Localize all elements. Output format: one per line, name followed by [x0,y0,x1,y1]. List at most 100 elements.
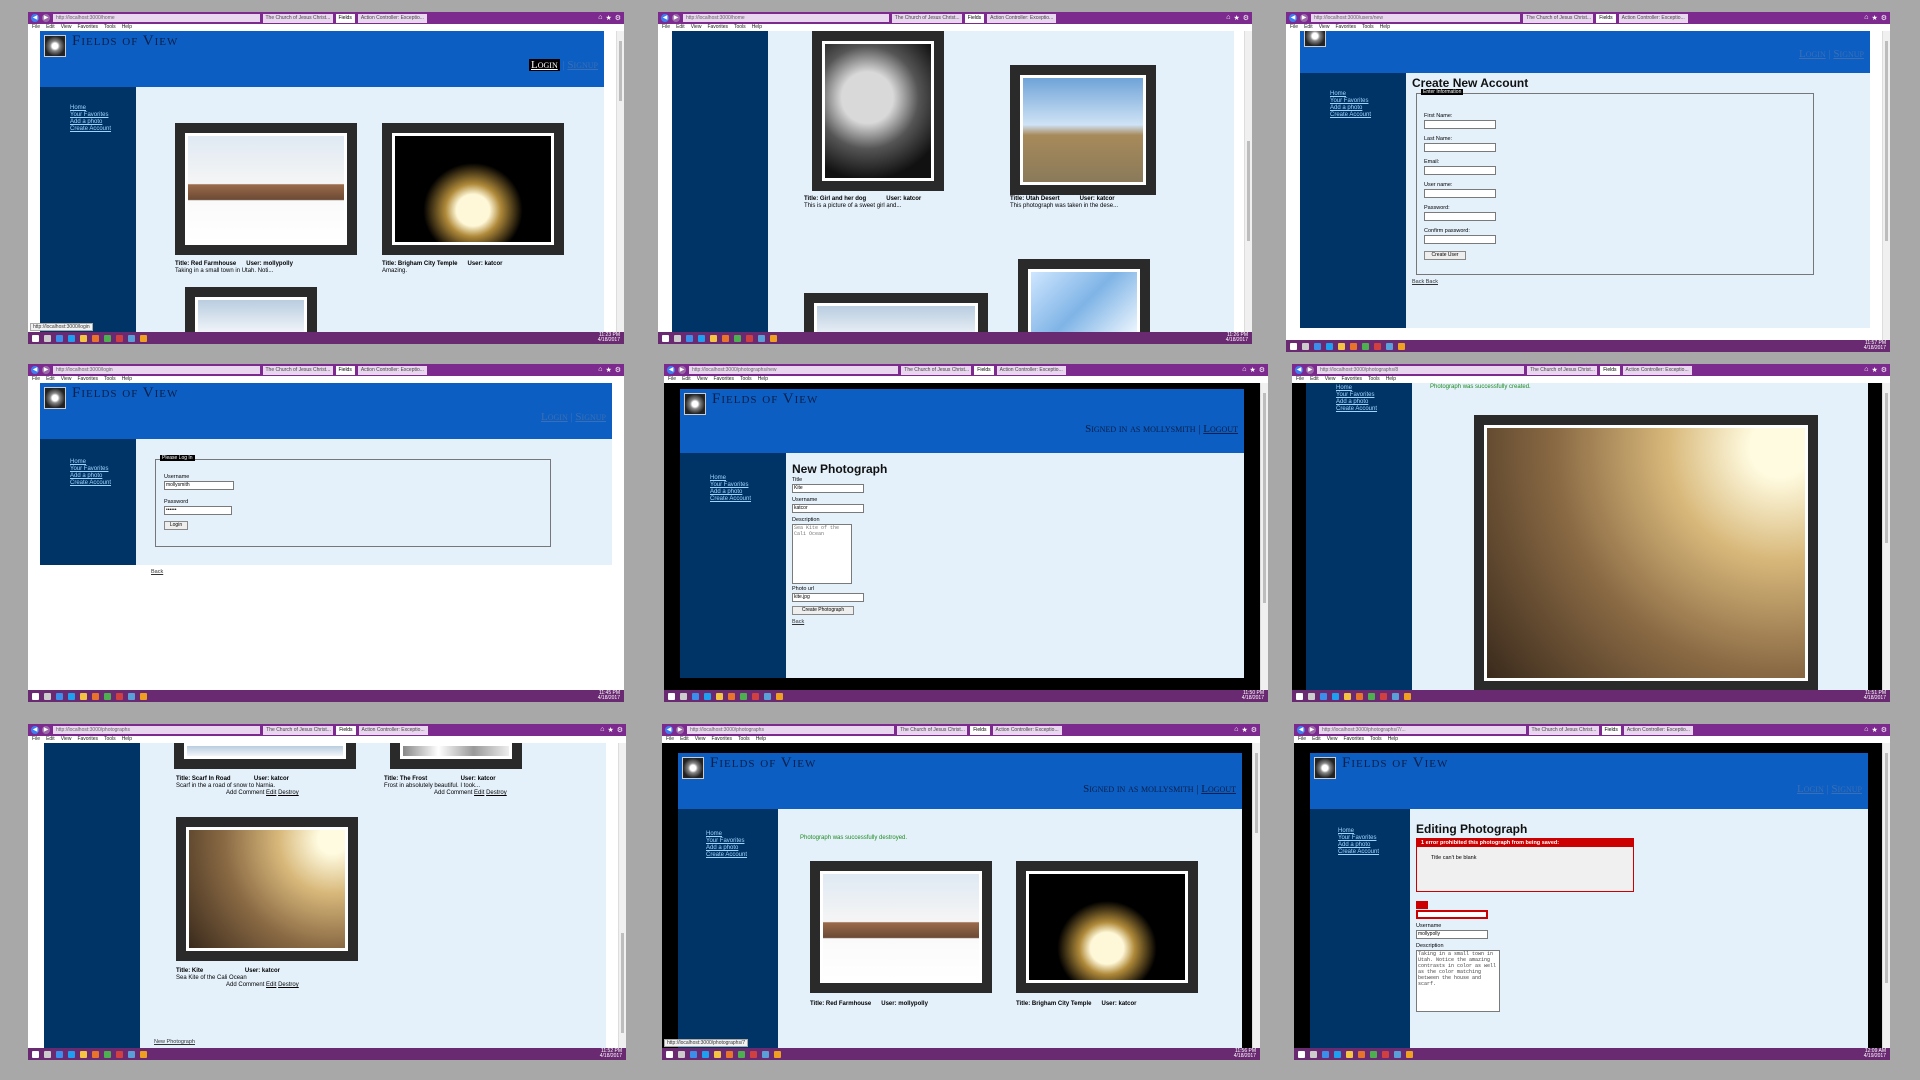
photo-frame[interactable] [1016,861,1198,993]
nav-home[interactable]: Home [710,475,770,482]
tab-church[interactable]: The Church of Jesus Christ... [262,13,333,23]
edge-icon[interactable] [690,1050,697,1058]
nav-favorites[interactable]: Your Favorites [70,112,130,119]
app-icon[interactable] [1374,342,1381,350]
scrollbar[interactable] [1244,31,1252,332]
nav-home[interactable]: Home [706,831,766,838]
nav-home[interactable]: Home [1338,828,1398,835]
app-icon[interactable] [1398,342,1405,350]
nav-home[interactable]: Home [1330,91,1390,98]
search-icon[interactable] [1310,1050,1317,1058]
forward-arrow-icon[interactable]: ▶ [42,726,50,734]
folder-icon[interactable] [1344,692,1351,700]
folder-icon[interactable] [80,334,87,342]
app-icon[interactable] [1380,692,1387,700]
edit-link[interactable]: Edit [266,982,276,988]
nav-home[interactable]: Home [70,459,130,466]
menu-help[interactable]: Help [756,736,766,743]
username-input[interactable]: mollypolly [1416,930,1488,939]
tab-church[interactable]: The Church of Jesus Christ... [1527,365,1598,375]
menu-tools[interactable]: Tools [104,376,116,383]
photo-frame[interactable] [390,743,522,769]
nav-add-photo[interactable]: Add a photo [70,473,130,480]
menu-tools[interactable]: Tools [738,736,750,743]
username-input[interactable]: mollysmith [164,481,234,490]
windows-icon[interactable] [32,1050,39,1058]
nav-favorites[interactable]: Your Favorites [1336,392,1396,399]
photo-frame[interactable] [176,817,358,961]
app-icon[interactable] [1392,692,1399,700]
folder-icon[interactable] [710,334,717,342]
search-icon[interactable] [44,692,51,700]
menu-file[interactable]: File [32,376,40,383]
scrollbar[interactable] [1260,383,1268,690]
star-icon[interactable]: ★ [607,726,613,734]
folder-icon[interactable] [716,692,723,700]
logout-link[interactable]: Logout [1201,783,1236,795]
app-icon[interactable] [1406,1050,1413,1058]
windows-icon[interactable] [32,334,39,342]
edge-icon[interactable] [56,334,63,342]
firefox-icon[interactable] [1350,342,1357,350]
folder-icon[interactable] [80,692,87,700]
address-bar[interactable]: http://localhost:3000/login [53,366,260,374]
menu-view[interactable]: View [691,24,702,31]
login-link[interactable]: Login [1797,783,1824,795]
add-comment-link[interactable]: Add Comment [434,790,472,796]
tab-action[interactable]: Action Controller: Exceptio... [1623,725,1693,735]
edge-icon[interactable] [692,692,699,700]
ie-icon[interactable] [68,334,75,342]
scrollbar[interactable] [1882,31,1890,340]
nav-create-account[interactable]: Create Account [1338,849,1398,856]
app-icon[interactable] [762,1050,769,1058]
tab-church[interactable]: The Church of Jesus Christ... [897,725,968,735]
address-bar[interactable]: http://localhost:3000/photographs/new [689,366,899,374]
nav-favorites[interactable]: Your Favorites [1338,835,1398,842]
folder-icon[interactable] [1346,1050,1353,1058]
app-icon[interactable] [758,334,765,342]
forward-arrow-icon[interactable]: ▶ [1308,726,1316,734]
menu-favorites[interactable]: Favorites [77,736,98,743]
chrome-icon[interactable] [738,1050,745,1058]
menu-view[interactable]: View [695,736,706,743]
star-icon[interactable]: ★ [1241,726,1247,734]
app-icon[interactable] [774,1050,781,1058]
scrollbar[interactable] [1882,743,1890,1048]
windows-icon[interactable] [668,692,675,700]
star-icon[interactable]: ★ [1871,726,1877,734]
home-icon[interactable]: ⌂ [598,14,602,22]
menu-edit[interactable]: Edit [1310,376,1319,383]
tab-church[interactable]: The Church of Jesus Christ... [901,365,972,375]
star-icon[interactable]: ★ [1249,366,1255,374]
menu-favorites[interactable]: Favorites [711,736,732,743]
nav-home[interactable]: Home [70,105,130,112]
menu-view[interactable]: View [1325,376,1336,383]
tab-fields[interactable]: Fields [1596,13,1616,23]
menu-help[interactable]: Help [1388,736,1398,743]
app-icon[interactable] [128,1050,135,1058]
chrome-icon[interactable] [1370,1050,1377,1058]
search-icon[interactable] [678,1050,685,1058]
tab-fields[interactable]: Fields [970,725,990,735]
menu-help[interactable]: Help [122,376,132,383]
menu-file[interactable]: File [32,24,40,31]
menu-favorites[interactable]: Favorites [1343,736,1364,743]
nav-home[interactable]: Home [1336,385,1396,392]
app-icon[interactable] [750,1050,757,1058]
nav-create-account[interactable]: Create Account [1330,112,1390,119]
windows-icon[interactable] [32,692,39,700]
menu-tools[interactable]: Tools [104,24,116,31]
back-arrow-icon[interactable]: ◀ [31,14,39,22]
back-arrow-icon[interactable]: ◀ [667,366,675,374]
menu-help[interactable]: Help [1386,376,1396,383]
app-icon[interactable] [128,692,135,700]
menu-help[interactable]: Help [752,24,762,31]
menu-view[interactable]: View [1327,736,1338,743]
menu-help[interactable]: Help [122,24,132,31]
back-arrow-icon[interactable]: ◀ [31,726,39,734]
tab-fields[interactable]: Fields [964,13,985,23]
tab-action[interactable]: Action Controller: Exceptio... [996,365,1066,375]
menu-edit[interactable]: Edit [682,376,691,383]
edit-link[interactable]: Edit [474,790,484,796]
app-icon[interactable] [1386,342,1393,350]
